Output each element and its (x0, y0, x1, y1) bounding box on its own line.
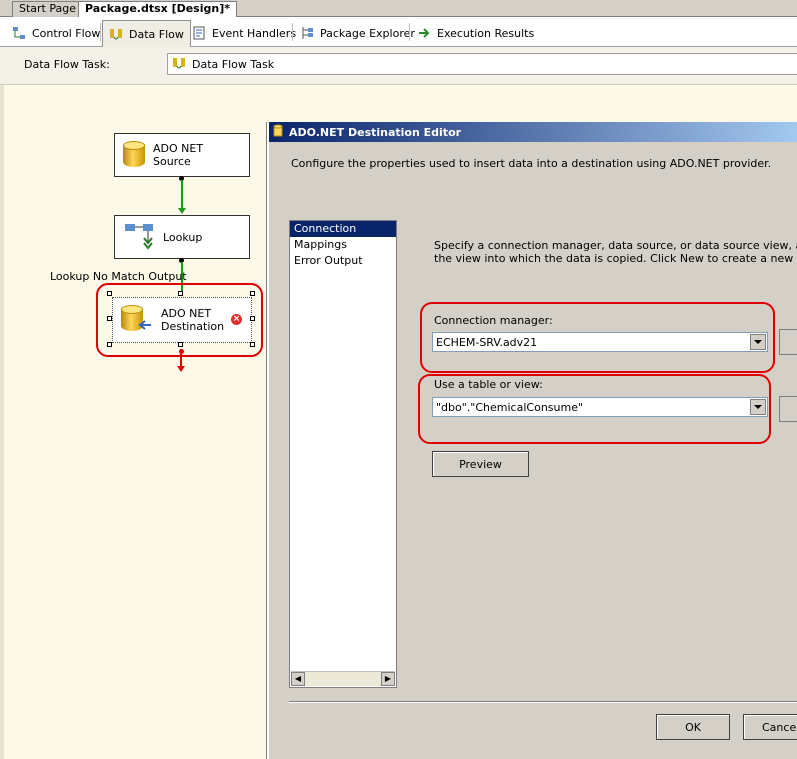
component-label: Destination (161, 320, 225, 333)
dialog-title-bar[interactable]: ADO.NET Destination Editor (269, 122, 797, 142)
dialog-divider (289, 701, 797, 703)
error-output-path[interactable] (180, 352, 182, 366)
instruction-line: Specify a connection manager, data sourc… (434, 239, 797, 252)
arrow-down-icon (177, 366, 185, 372)
scroll-right-icon[interactable]: ▶ (381, 672, 395, 686)
horizontal-scrollbar[interactable]: ◀ ▶ (291, 671, 395, 686)
ado-net-destination-editor-dialog: ADO.NET Destination Editor Configure the… (267, 122, 797, 759)
execution-results-icon (417, 26, 431, 40)
selection-handle[interactable] (107, 291, 112, 296)
tab-control-flow-label: Control Flow (32, 26, 101, 40)
component-label: ADO NET (161, 307, 212, 320)
chevron-down-icon[interactable] (750, 399, 766, 415)
tab-separator (100, 23, 101, 41)
tab-package-explorer-label: Package Explorer (320, 26, 415, 40)
chevron-down-icon[interactable] (750, 334, 766, 350)
instruction-text: Specify a connection manager, data sourc… (434, 239, 797, 265)
preview-button[interactable]: Preview (432, 451, 529, 477)
connection-manager-value: ECHEM-SRV.adv21 (436, 335, 538, 349)
document-tab-strip: Start Page Package.dtsx [Design]* (0, 0, 797, 18)
connection-manager-combo[interactable]: ECHEM-SRV.adv21 (432, 332, 768, 352)
tab-data-flow[interactable]: Data Flow (102, 20, 191, 47)
tab-event-handlers-label: Event Handlers (212, 26, 297, 40)
nav-item-error-output[interactable]: Error Output (290, 253, 396, 269)
cancel-button[interactable]: Cancel (743, 714, 797, 740)
path-label: Lookup No Match Output (50, 270, 187, 283)
selection-handle[interactable] (178, 342, 183, 347)
selection-handle[interactable] (107, 342, 112, 347)
selection-handle[interactable] (178, 291, 183, 296)
scroll-left-icon[interactable]: ◀ (291, 672, 305, 686)
data-flow-task-value: Data Flow Task (192, 57, 275, 71)
nav-item-mappings[interactable]: Mappings (290, 237, 396, 253)
database-icon (273, 124, 285, 141)
lookup-component[interactable]: Lookup (114, 215, 250, 259)
page-navigation-list: Connection Manager Mappings Error Output… (289, 220, 397, 688)
table-or-view-value: "dbo"."ChemicalConsume" (436, 400, 584, 414)
selection-handle[interactable] (250, 316, 255, 321)
error-icon: × (231, 314, 242, 325)
tab-control-flow[interactable]: Control Flow (6, 21, 106, 45)
selection-handle[interactable] (250, 342, 255, 347)
designer-tab-strip: Control Flow Data Flow Event Handlers Pa… (0, 17, 797, 47)
tab-execution-results-label: Execution Results (437, 26, 535, 40)
component-label: Lookup (163, 230, 203, 244)
canvas-left-edge (0, 85, 4, 759)
data-path[interactable] (181, 180, 183, 208)
event-handlers-icon (192, 26, 206, 40)
nav-item-connection-manager[interactable]: Connection Manager (290, 221, 396, 251)
data-flow-icon (172, 56, 186, 73)
tab-execution-results[interactable]: Execution Results (411, 21, 540, 45)
database-destination-icon (121, 305, 153, 335)
table-or-view-label: Use a table or view: (434, 378, 543, 391)
tab-event-handlers[interactable]: Event Handlers (186, 21, 302, 45)
tab-separator (292, 23, 293, 41)
ok-button[interactable]: OK (656, 714, 730, 740)
tab-package-explorer[interactable]: Package Explorer (294, 21, 421, 45)
database-icon (123, 141, 145, 169)
lookup-icon (123, 221, 155, 253)
ado-net-destination-component[interactable]: ADO NET Destination × (112, 297, 252, 343)
connection-manager-label: Connection manager: (434, 314, 553, 327)
new-connection-button[interactable] (779, 329, 797, 355)
selection-handle[interactable] (107, 316, 112, 321)
package-explorer-icon (300, 26, 314, 40)
data-flow-icon (109, 27, 123, 41)
arrow-down-icon (178, 208, 186, 214)
tab-start-page[interactable]: Start Page (12, 1, 83, 17)
dialog-description: Configure the properties used to insert … (291, 157, 772, 170)
tab-data-flow-label: Data Flow (129, 27, 184, 41)
instruction-line: the view into which the data is copied. … (434, 252, 797, 265)
tab-separator (409, 23, 410, 41)
data-flow-task-label: Data Flow Task: (24, 58, 110, 71)
data-flow-task-select[interactable]: Data Flow Task (167, 53, 797, 75)
table-or-view-combo[interactable]: "dbo"."ChemicalConsume" (432, 397, 768, 417)
ado-net-source-component[interactable]: ADO NET Source (114, 133, 250, 177)
new-table-button[interactable] (779, 396, 797, 422)
tab-package-design[interactable]: Package.dtsx [Design]* (78, 1, 237, 18)
component-label: Source (153, 155, 191, 168)
component-label: ADO NET (153, 142, 204, 155)
data-flow-task-bar: Data Flow Task: Data Flow Task (0, 47, 797, 85)
selection-handle[interactable] (250, 291, 255, 296)
dialog-title: ADO.NET Destination Editor (289, 125, 462, 139)
control-flow-icon (12, 26, 26, 40)
